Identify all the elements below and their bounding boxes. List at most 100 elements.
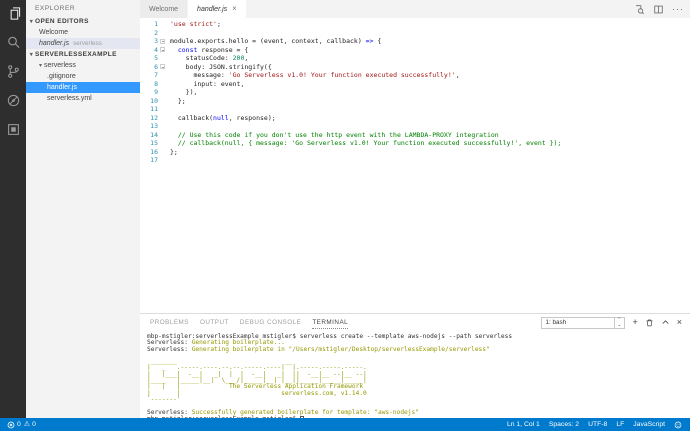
search-icon[interactable] [6,35,21,50]
panel-tabs: PROBLEMS OUTPUT DEBUG CONSOLE TERMINAL [150,317,359,329]
open-editors-list: Welcome handler.js serverless [26,27,140,49]
fold-column [158,54,167,63]
line-number: 13 [150,122,158,130]
error-icon [7,421,15,428]
status-item-utf-8[interactable]: UTF-8 [588,421,607,428]
status-item-javascript[interactable]: JavaScript [633,421,665,428]
line-number: 10 [150,96,158,105]
status-item-lf[interactable]: LF [616,421,624,428]
code-line[interactable]: 16}; [140,148,690,157]
panel-tab-output[interactable]: OUTPUT [200,317,229,328]
close-panel-icon[interactable]: × [677,318,682,327]
tab-Welcome[interactable]: Welcome [140,0,189,18]
code-line[interactable]: 6 body: JSON.stringify({ [140,63,690,72]
file-tree: ▾ serverless .gitignore handler.js serverles… [26,60,140,104]
warning-icon: ⚠ [23,421,31,428]
code-line[interactable]: 14 // Use this code if you don't use the… [140,131,690,140]
code-line[interactable]: 15 // callback(null, { message: 'Go Serv… [140,139,690,148]
panel-tab-terminal[interactable]: TERMINAL [312,317,349,329]
panel-tab-problems[interactable]: PROBLEMS [150,317,189,328]
maximize-panel-icon[interactable] [661,318,670,327]
debug-icon[interactable] [6,93,21,108]
status-item-ln-1-col-1[interactable]: Ln 1, Col 1 [507,421,540,428]
code-line[interactable]: 8 input: event, [140,80,690,89]
tree-item-label: .gitignore [47,73,76,80]
code-line[interactable]: 7 message: 'Go Serverless v1.0! Your fun… [140,71,690,80]
code-text: const response = { [177,45,249,54]
code-line[interactable]: 3 module.exports.hello = (event, context,… [140,37,690,46]
tree-item-label: serverless.yml [47,95,92,102]
kill-terminal-icon[interactable] [645,318,654,327]
terminal-shell-select[interactable]: 1: bash ⌃ ⌄ [541,316,626,329]
code-line[interactable]: 12 callback(null, response); [140,114,690,123]
code-line[interactable]: 5 statusCode: 200, [140,54,690,63]
code-line[interactable]: 13 [140,122,690,131]
fold-column [158,131,167,140]
line-number: 3 [154,37,158,45]
fold-column [158,105,167,114]
code-line[interactable]: 1 'use strict'; [140,20,690,29]
line-number: 5 [154,54,158,62]
status-item-spaces-2[interactable]: Spaces: 2 [549,421,579,428]
tree-file-.gitignore[interactable]: .gitignore [26,71,140,82]
chevron-down-icon: ▾ [39,63,43,69]
chevron-down-icon: ▾ [29,52,34,58]
line-number: 12 [150,113,158,122]
code-line[interactable]: 10 }; [140,97,690,106]
source-control-icon[interactable] [6,64,21,79]
code-editor[interactable]: 1 'use strict'; 2 3 module.exports.hello = (… [140,18,690,313]
error-count[interactable]: 0 [7,421,21,429]
fold-column [158,71,167,80]
line-number: 9 [154,88,158,96]
close-icon[interactable]: × [232,5,237,13]
fold-column [158,156,167,165]
line-number: 17 [150,156,158,164]
bottom-panel: PROBLEMS OUTPUT DEBUG CONSOLE TERMINAL 1: b… [140,313,690,422]
code-line[interactable]: 17 [140,156,690,165]
code-text: }; [170,96,186,105]
fold-column [158,148,167,157]
panel-tab-debug-console[interactable]: DEBUG CONSOLE [240,317,301,328]
tab-handler.js[interactable]: handler.js × [188,0,247,18]
sidebar-title: EXPLORER [35,5,76,12]
line-number: 2 [154,28,158,37]
code-line[interactable]: 4 const response = { [140,46,690,55]
feedback-smiley-icon[interactable] [674,421,682,429]
fold-column [158,80,167,89]
open-editor-item[interactable]: Welcome [26,27,140,38]
fold-icon[interactable] [158,46,167,55]
code-text: // Use this code if you don't use the ht… [170,130,499,139]
tab-bar: Welcome handler.js × ··· [140,0,690,18]
code-text: module.exports.hello = (event, context, … [170,37,382,45]
code-line[interactable]: 2 [140,29,690,38]
folder-section-header[interactable]: ▾ SERVERLESSEXAMPLE [26,49,140,60]
terminal[interactable]: mbp-mstigler:serverlessExample mstigler$… [140,331,690,422]
tree-file-handler.js[interactable]: handler.js [26,82,140,93]
tree-file-serverless.yml[interactable]: serverless.yml [26,93,140,104]
open-editor-label: Welcome [39,29,69,36]
extensions-icon[interactable] [6,122,21,137]
open-editor-item[interactable]: handler.js serverless [26,38,140,49]
fold-column [158,20,167,29]
split-editor-icon[interactable] [653,4,664,15]
code-text: message: 'Go Serverless v1.0! Your funct… [170,71,460,79]
open-changes-icon[interactable] [634,4,645,15]
fold-column [158,97,167,106]
tree-item-label: serverless [44,62,76,69]
new-terminal-icon[interactable]: + [632,318,637,327]
more-actions-icon[interactable]: ··· [672,4,684,14]
fold-icon[interactable] [158,37,167,46]
status-bar: 0 ⚠ 0 Ln 1, Col 1 Spaces: 2 UTF-8 LF JavaScr… [0,418,690,431]
line-number: 6 [154,62,158,71]
code-line[interactable]: 9 }), [140,88,690,97]
warning-count[interactable]: ⚠ 0 [24,421,36,428]
open-editors-header[interactable]: ▾ OPEN EDITORS [26,16,140,27]
tab-label: handler.js [197,5,228,13]
code-line[interactable]: 11 [140,105,690,114]
fold-icon[interactable] [158,63,167,72]
tabs: Welcome handler.js × [140,0,247,18]
tree-folder-serverless[interactable]: ▾ serverless [26,60,140,71]
explorer-icon[interactable] [6,6,21,21]
fold-column [158,139,167,148]
